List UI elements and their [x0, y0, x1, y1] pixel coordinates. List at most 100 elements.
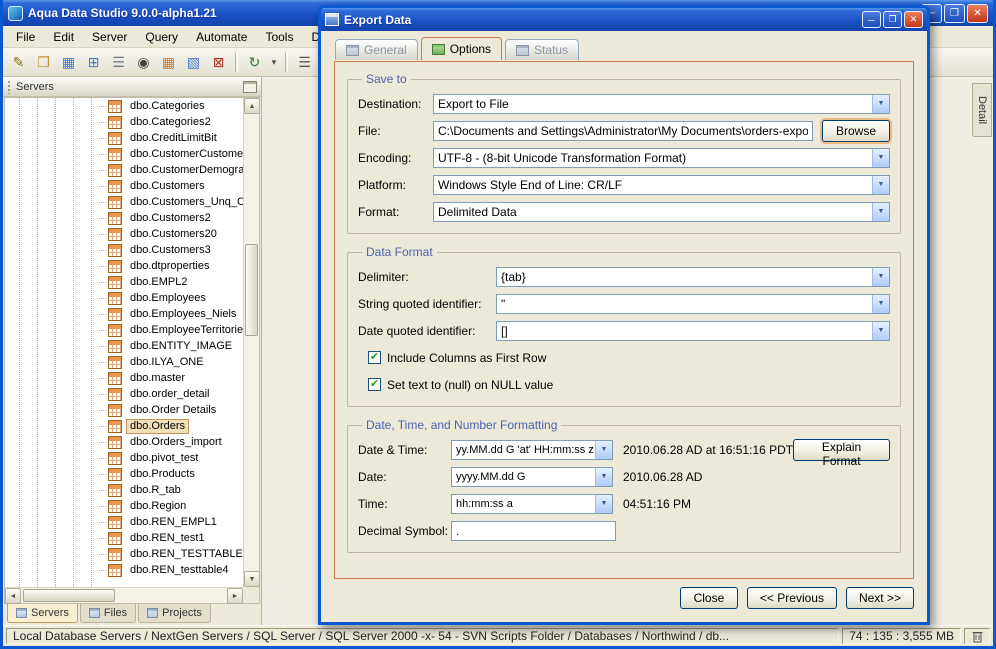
scroll-left-icon[interactable]: ◄: [5, 588, 21, 604]
find-icon[interactable]: ◉: [132, 51, 155, 73]
tree-item[interactable]: dbo.ENTITY_IMAGE: [5, 338, 243, 354]
next-button[interactable]: Next >>: [845, 587, 914, 609]
chevron-down-icon[interactable]: ▼: [872, 294, 889, 313]
tree-item[interactable]: dbo.Customers2: [5, 210, 243, 226]
null-value-checkbox[interactable]: ✔ Set text to (null) on NULL value: [358, 371, 890, 398]
history-dropdown-icon[interactable]: ▾: [268, 51, 280, 73]
tree-item[interactable]: dbo.Customers_Unq_Cns: [5, 194, 243, 210]
tree-item[interactable]: dbo.Customers20: [5, 226, 243, 242]
chevron-down-icon[interactable]: ▼: [872, 175, 889, 194]
tree-item[interactable]: dbo.CustomerDemograpl: [5, 162, 243, 178]
new-query-icon[interactable]: ✎: [7, 51, 30, 73]
chevron-down-icon[interactable]: ▼: [595, 467, 612, 486]
close-button[interactable]: ✕: [967, 3, 988, 23]
tree-item[interactable]: dbo.Employees: [5, 290, 243, 306]
tree-item[interactable]: dbo.Employees_Niels: [5, 306, 243, 322]
destination-combobox[interactable]: Export to File ▼: [433, 93, 890, 114]
scroll-up-icon[interactable]: ▲: [244, 98, 260, 114]
include-columns-checkbox[interactable]: ✔ Include Columns as First Row: [358, 344, 890, 371]
format-combobox[interactable]: Delimited Data ▼: [433, 201, 890, 222]
tree-item[interactable]: dbo.master: [5, 370, 243, 386]
dock-tab-projects[interactable]: Projects: [138, 604, 211, 623]
chevron-down-icon[interactable]: ▼: [872, 94, 889, 113]
tree-item[interactable]: dbo.EMPL2: [5, 274, 243, 290]
tree-item[interactable]: dbo.CreditLimitBit: [5, 130, 243, 146]
float-panel-icon[interactable]: [243, 80, 257, 93]
open-file-icon[interactable]: ❐: [32, 51, 55, 73]
scroll-down-icon[interactable]: ▼: [244, 571, 260, 587]
toolbar-icon[interactable]: [235, 52, 238, 72]
decimal-symbol-input[interactable]: [451, 520, 616, 541]
tree-item[interactable]: dbo.Categories2: [5, 114, 243, 130]
datetime-pattern-combobox[interactable]: yy.MM.dd G 'at' HH:mm:ss z ▼: [451, 439, 613, 460]
explain-format-button[interactable]: Explain Format: [793, 438, 890, 468]
tree-item[interactable]: dbo.Customers: [5, 178, 243, 194]
maximize-button[interactable]: ❐: [883, 11, 902, 28]
refresh-icon[interactable]: ↻: [243, 51, 266, 73]
chevron-down-icon[interactable]: ▼: [872, 202, 889, 221]
close-button[interactable]: Close: [679, 587, 738, 609]
dialog-tab-options[interactable]: Options: [420, 37, 503, 60]
file-path-input[interactable]: [433, 120, 813, 141]
server-registration-icon[interactable]: ☰: [107, 51, 130, 73]
tree-item[interactable]: dbo.Products: [5, 466, 243, 482]
detail-side-tab[interactable]: Detail: [972, 83, 992, 137]
tree-item[interactable]: dbo.order_detail: [5, 386, 243, 402]
tree-item[interactable]: dbo.Customers3: [5, 242, 243, 258]
close-button[interactable]: ✕: [904, 11, 923, 28]
minimize-button[interactable]: ─: [862, 11, 881, 28]
maximize-button[interactable]: ❐: [944, 3, 965, 23]
menu-query[interactable]: Query: [136, 28, 187, 46]
drop-table-icon[interactable]: ⊠: [207, 51, 230, 73]
tree-item[interactable]: dbo.Region: [5, 498, 243, 514]
tree-item[interactable]: dbo.ILYA_ONE: [5, 354, 243, 370]
windows-icon[interactable]: ⊞: [82, 51, 105, 73]
menu-server[interactable]: Server: [83, 28, 136, 46]
tree-item[interactable]: dbo.REN_testtable4: [5, 562, 243, 578]
previous-button[interactable]: << Previous: [746, 587, 837, 609]
tree-item[interactable]: dbo.Categories: [5, 98, 243, 114]
scrollbar-track[interactable]: [21, 588, 227, 603]
chevron-down-icon[interactable]: ▼: [872, 148, 889, 167]
scrollbar-thumb[interactable]: [245, 244, 258, 336]
menu-edit[interactable]: Edit: [44, 28, 83, 46]
tree-item[interactable]: dbo.REN_EMPL1: [5, 514, 243, 530]
tree-item[interactable]: dbo.Orders: [5, 418, 243, 434]
tree-item[interactable]: dbo.Order Details: [5, 402, 243, 418]
platform-combobox[interactable]: Windows Style End of Line: CR/LF ▼: [433, 174, 890, 195]
date-pattern-combobox[interactable]: yyyy.MM.dd G ▼: [451, 466, 613, 487]
panel-grip-icon[interactable]: [7, 79, 11, 94]
tree-item[interactable]: dbo.pivot_test: [5, 450, 243, 466]
chevron-down-icon[interactable]: ▼: [595, 440, 612, 459]
scrollbar-thumb[interactable]: [23, 589, 115, 602]
tree-item[interactable]: dbo.REN_TESTTABLE: [5, 546, 243, 562]
new-table-icon[interactable]: ▦: [157, 51, 180, 73]
tree-horizontal-scrollbar[interactable]: ◄ ►: [5, 587, 243, 604]
alter-table-icon[interactable]: ▧: [182, 51, 205, 73]
dock-tab-servers[interactable]: Servers: [7, 604, 78, 623]
chevron-down-icon[interactable]: ▼: [595, 494, 612, 513]
scroll-right-icon[interactable]: ►: [227, 588, 243, 604]
trash-icon[interactable]: [964, 628, 990, 644]
time-pattern-combobox[interactable]: hh:mm:ss a ▼: [451, 493, 613, 514]
delimiter-combobox[interactable]: {tab} ▼: [496, 266, 890, 287]
menu-file[interactable]: File: [7, 28, 44, 46]
tree-item[interactable]: dbo.CustomerCustomerD: [5, 146, 243, 162]
browse-button[interactable]: Browse: [822, 119, 890, 142]
chevron-down-icon[interactable]: ▼: [872, 267, 889, 286]
menu-tools[interactable]: Tools: [256, 28, 302, 46]
tree-item[interactable]: dbo.EmployeeTerritories: [5, 322, 243, 338]
chevron-down-icon[interactable]: ▼: [872, 321, 889, 340]
tree-item[interactable]: dbo.dtproperties: [5, 258, 243, 274]
tree-item[interactable]: dbo.REN_test1: [5, 530, 243, 546]
text-results-icon[interactable]: ☰: [293, 51, 316, 73]
dialog-tab-general[interactable]: General: [335, 39, 418, 60]
string-quote-combobox[interactable]: " ▼: [496, 293, 890, 314]
encoding-combobox[interactable]: UTF-8 - (8-bit Unicode Transformation Fo…: [433, 147, 890, 168]
tree-item[interactable]: dbo.Orders_import: [5, 434, 243, 450]
date-quote-combobox[interactable]: [] ▼: [496, 320, 890, 341]
schema-browser-icon[interactable]: ▦: [57, 51, 80, 73]
tree-vertical-scrollbar[interactable]: ▲ ▼: [243, 98, 260, 587]
toolbar-icon[interactable]: [285, 52, 288, 72]
tree-item[interactable]: dbo.R_tab: [5, 482, 243, 498]
